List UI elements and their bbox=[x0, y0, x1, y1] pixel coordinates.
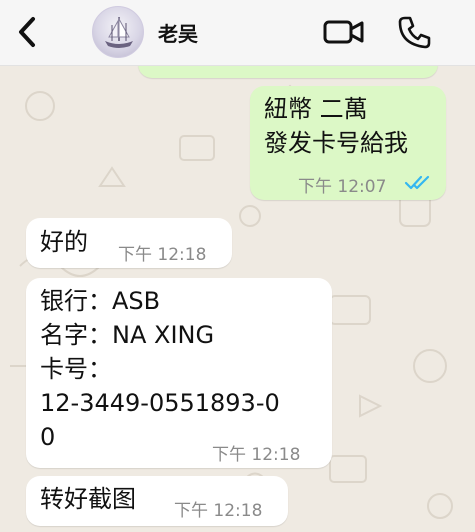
message-bubble-incoming[interactable]: 好的 下午 12:18 bbox=[26, 218, 232, 268]
message-bubble-incoming[interactable]: 银行：ASB 名字：NA XING 卡号： 12-3449-0551893-0 … bbox=[26, 278, 332, 468]
sailing-ship-icon bbox=[105, 17, 133, 48]
video-camera-icon bbox=[323, 20, 364, 44]
contact-name[interactable]: 老吴 bbox=[158, 18, 198, 47]
message-time: 下午 12:18 bbox=[212, 445, 301, 465]
message-text: 银行：ASB 名字：NA XING 卡号： 12-3449-0551893-0 … bbox=[40, 287, 280, 451]
chevron-left-icon bbox=[19, 17, 35, 47]
message-time: 下午 12:18 bbox=[174, 501, 263, 521]
message-text: 紐幣 二萬 發发卡号給我 bbox=[264, 95, 408, 157]
message-text: 转好截图 bbox=[40, 485, 136, 513]
message-time: 下午 12:07 bbox=[298, 177, 387, 197]
back-button[interactable] bbox=[12, 14, 42, 50]
video-call-button[interactable] bbox=[322, 16, 366, 48]
double-check-icon bbox=[404, 175, 430, 190]
message-bubble-outgoing[interactable]: 紐幣 二萬 發发卡号給我 下午 12:07 bbox=[250, 86, 446, 200]
message-time: 下午 12:18 bbox=[118, 245, 207, 265]
message-bubble-incoming[interactable]: 转好截图 下午 12:18 bbox=[26, 476, 288, 526]
message-text: 好的 bbox=[40, 228, 88, 256]
chat-header: 老吴 bbox=[0, 0, 475, 66]
phone-icon bbox=[398, 16, 431, 49]
voice-call-button[interactable] bbox=[396, 14, 432, 50]
contact-avatar[interactable] bbox=[92, 6, 144, 58]
